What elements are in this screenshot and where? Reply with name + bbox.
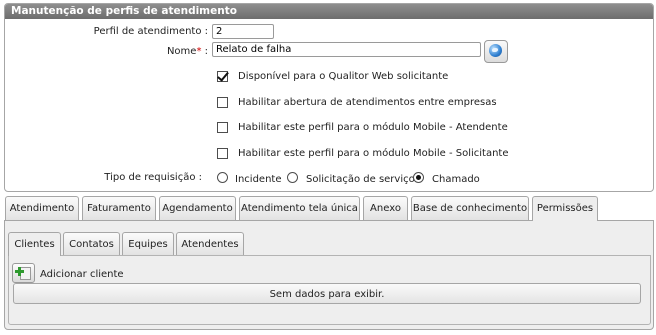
tab-anexo[interactable]: Anexo [363, 196, 408, 220]
tab-agendamento[interactable]: Agendamento [159, 196, 236, 220]
radio-incidente[interactable] [217, 172, 228, 183]
nome-label: Nome [166, 46, 197, 57]
empty-message: Sem dados para exibir. [13, 283, 641, 304]
checkbox-label-mobile-atendente: Habilitar este perfil para o módulo Mobi… [238, 122, 508, 133]
checkbox-qualitor-web[interactable] [217, 71, 228, 82]
nome-label-wrap: Nome* : [28, 46, 208, 57]
radio-chamado[interactable] [413, 172, 424, 183]
tab-atendimento-tela-unica[interactable]: Atendimento tela única [239, 196, 360, 220]
subtab-equipes[interactable]: Equipes [122, 232, 174, 255]
add-cliente-label[interactable]: Adicionar cliente [40, 269, 124, 280]
globe-icon [489, 44, 502, 57]
radio-solicitacao[interactable] [287, 172, 298, 183]
radio-label-incidente: Incidente [235, 174, 282, 185]
perfil-input[interactable] [212, 24, 274, 39]
tab-atendimento[interactable]: Atendimento [5, 196, 79, 220]
tipo-label: Tipo de requisição : [104, 172, 202, 183]
subtab-contatos[interactable]: Contatos [63, 232, 120, 255]
add-cliente-button[interactable] [12, 263, 35, 283]
checkbox-label-mobile-solicitante: Habilitar este perfil para o módulo Mobi… [238, 148, 509, 159]
perfil-label: Perfil de atendimento : [93, 26, 208, 37]
globe-button[interactable] [484, 40, 508, 63]
checkbox-label-qualitor-web: Disponível para o Qualitor Web solicitan… [238, 71, 449, 82]
subtab-atendentes[interactable]: Atendentes [176, 232, 244, 255]
nome-input[interactable] [212, 42, 481, 57]
panel-title: Manutenção de perfis de atendimento [5, 4, 653, 19]
radio-label-solicitacao: Solicitação de serviço [306, 174, 415, 185]
checkbox-label-entre-empresas: Habilitar abertura de atendimentos entre… [238, 97, 497, 108]
checkbox-mobile-atendente[interactable] [217, 122, 228, 133]
tab-base-conhecimento[interactable]: Base de conhecimento [411, 196, 529, 220]
required-marker: * [196, 46, 202, 57]
radio-label-chamado: Chamado [432, 174, 480, 185]
subtab-clientes[interactable]: Clientes [8, 232, 61, 256]
add-document-icon [20, 267, 31, 280]
checkbox-entre-empresas[interactable] [217, 97, 228, 108]
nome-colon: : [204, 46, 208, 57]
checkbox-mobile-solicitante[interactable] [217, 148, 228, 159]
tab-permissoes[interactable]: Permissões [532, 196, 598, 221]
tab-faturamento[interactable]: Faturamento [82, 196, 156, 220]
